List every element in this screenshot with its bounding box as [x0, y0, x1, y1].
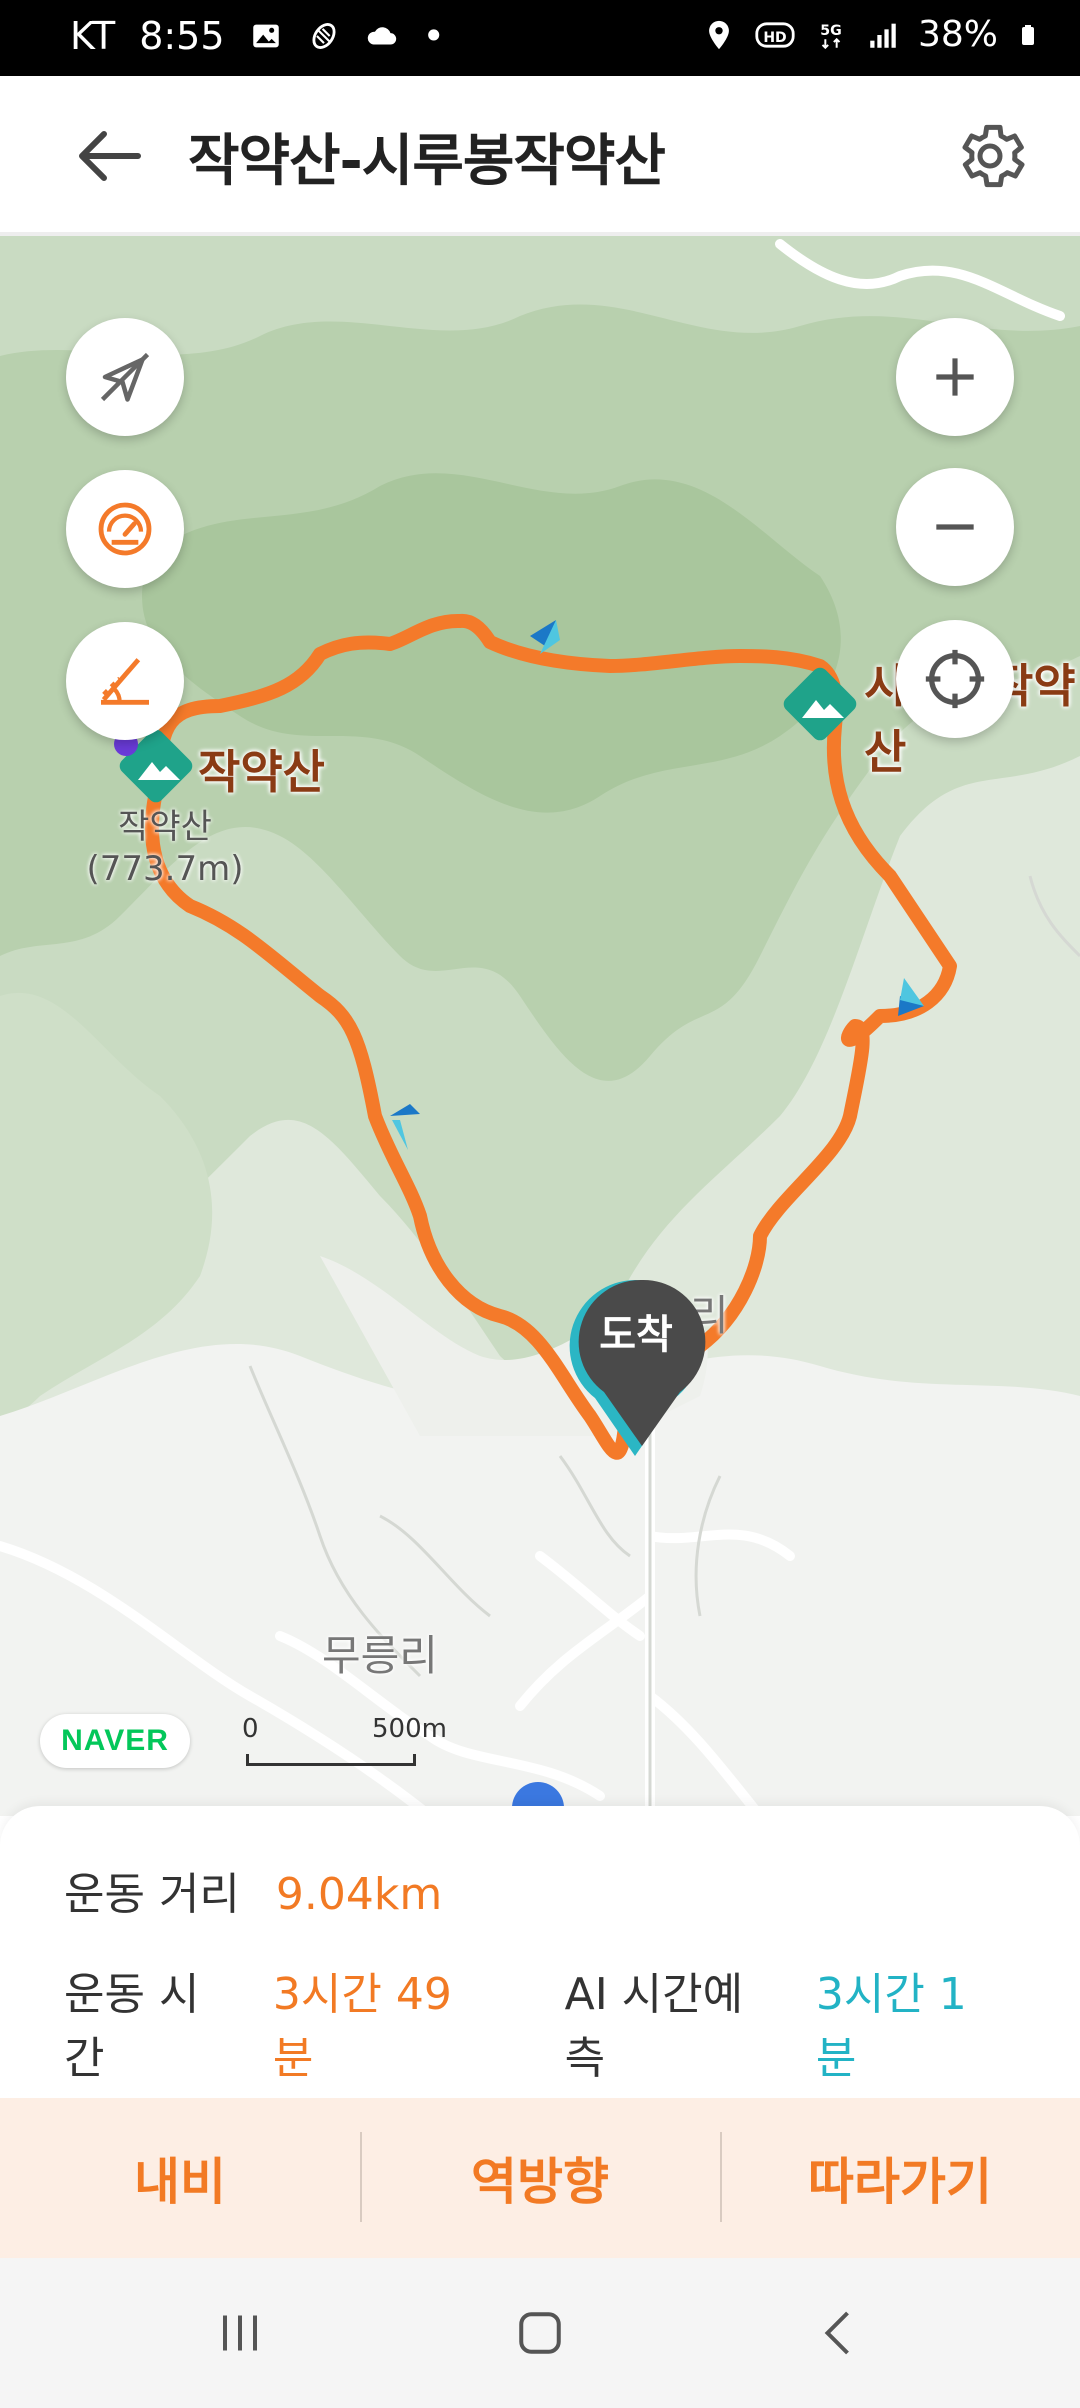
ai-estimate-label: AI 시간예측 [564, 1969, 744, 2084]
settings-button[interactable] [950, 116, 1030, 196]
back-nav-button[interactable] [780, 2288, 900, 2378]
distance-label: 운동 거리 [64, 1869, 240, 1920]
ai-estimate-value: 3시간 1분 [815, 1969, 967, 2084]
location-icon [709, 20, 729, 49]
arrow-left-icon [79, 131, 141, 181]
peak-left-name: 작약산 (773.7m) [86, 807, 244, 889]
time-row: 운동 시간 3시간 49분 AI 시간예측 3시간 1분 [64, 1958, 1080, 2086]
app-header: 작약산-시루봉작약산 [0, 76, 1080, 236]
action-bar: 내비 역방향 따라가기 [0, 2098, 1080, 2258]
speed-button[interactable] [66, 470, 184, 588]
recent-apps-icon [223, 2315, 257, 2351]
scale-zero: 0 [242, 1714, 259, 1744]
route-info-panel: 운동 거리 9.04km 운동 시간 3시간 49분 AI 시간예측 3시간 1… [0, 1806, 1080, 2098]
back-icon [824, 2311, 849, 2355]
locate-button[interactable] [896, 620, 1014, 738]
map-background [0, 236, 1080, 1816]
direction-toggle-button[interactable] [66, 318, 184, 436]
zoom-in-button[interactable] [896, 318, 1014, 436]
home-icon [519, 2312, 561, 2354]
back-button[interactable] [70, 121, 150, 191]
battery-percent: 38% [917, 14, 998, 55]
activity-icon [312, 23, 336, 49]
slope-icon [101, 658, 149, 705]
naver-logo[interactable]: NAVER [40, 1714, 190, 1768]
system-nav-bar [0, 2258, 1080, 2408]
zoom-out-icon [936, 524, 974, 530]
home-button[interactable] [480, 2288, 600, 2378]
battery-icon [1022, 24, 1034, 45]
gear-icon [962, 124, 1025, 188]
status-dot: • [422, 14, 445, 58]
clock: 8:55 [139, 14, 225, 58]
peak-left-title: 작약산 [198, 745, 325, 799]
page-title: 작약산-시루봉작약산 [188, 129, 666, 194]
carrier-label: KT [70, 14, 116, 58]
locate-icon [925, 649, 985, 709]
navigate-button[interactable]: 내비 [0, 2098, 360, 2258]
distance-row: 운동 거리 9.04km [64, 1858, 518, 1922]
hd-icon: HD [755, 21, 795, 48]
village-label: 무릉리 [322, 1631, 438, 1680]
speedometer-icon [98, 502, 152, 556]
zoom-in-icon [936, 358, 974, 396]
map-view[interactable]: 작약산 작약산 (773.7m) 시루봉작약산 무릉리 리 도착 [0, 236, 1080, 1816]
direction-off-icon [100, 352, 150, 402]
svg-text:5G: 5G [820, 23, 841, 39]
map-scale: 0 500m [242, 1714, 452, 1768]
status-bar: KT 8:55 • HD 5G 38% [0, 0, 1080, 76]
cloud-icon [367, 27, 396, 45]
slope-button[interactable] [66, 622, 184, 740]
recent-apps-button[interactable] [180, 2288, 300, 2378]
signal-icon [870, 23, 896, 48]
distance-value: 9.04km [275, 1869, 443, 1920]
scale-bar [246, 1754, 416, 1766]
reverse-button[interactable]: 역방향 [360, 2098, 720, 2258]
svg-text:HD: HD [763, 30, 786, 46]
scale-distance: 500m [372, 1714, 447, 1744]
follow-button[interactable]: 따라가기 [720, 2098, 1080, 2258]
time-value: 3시간 49분 [272, 1969, 452, 2084]
time-label: 운동 시간 [64, 1969, 200, 2084]
zoom-out-button[interactable] [896, 468, 1014, 586]
image-icon [252, 24, 279, 48]
5g-icon: 5G [820, 23, 842, 49]
arrival-label: 도착 [599, 1312, 673, 1358]
